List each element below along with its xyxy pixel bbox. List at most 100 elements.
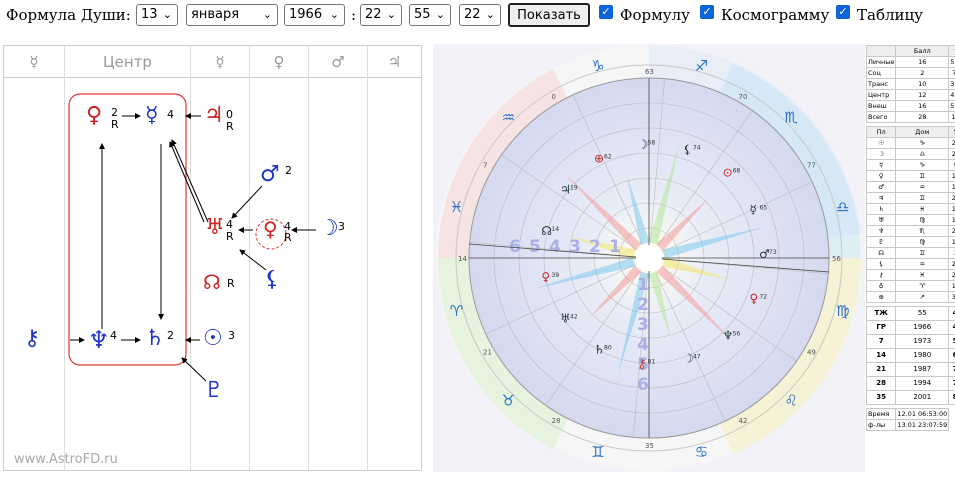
year-select[interactable]: 1966 ⌄ — [284, 4, 345, 26]
table-row: Всего28100 — [865, 111, 955, 123]
table-row: ☽♎23°33 — [865, 148, 955, 160]
table-cell: 12 — [895, 89, 950, 101]
table-cell: 17° — [948, 181, 955, 193]
chevron-down-icon: ⌄ — [162, 8, 172, 21]
table-cell: 1980 — [895, 348, 950, 363]
cosmogram-checkbox[interactable]: ✓ — [700, 5, 714, 19]
table-row: ⚷♓25°01 — [865, 269, 955, 281]
table-row: Время 12.01 06:53:00 — [865, 408, 955, 420]
table-cell: 23° — [948, 148, 955, 160]
table-cell: Внеш — [865, 100, 897, 112]
table-row: ТЖ55422008 — [865, 306, 955, 321]
table-cell: 35 — [865, 390, 897, 405]
chevron-down-icon: ⌄ — [386, 8, 396, 21]
table-cell: ♊ — [895, 192, 950, 204]
mercury-node-icon: ☿ — [145, 103, 159, 128]
minute-select[interactable]: 55 ⌄ — [409, 4, 451, 26]
table-cell: ф-лы — [865, 419, 897, 431]
table-cell: 14° — [948, 203, 955, 215]
table-checkbox[interactable]: ✓ — [836, 5, 850, 19]
table-cell: 10 — [895, 78, 950, 90]
table-cell: 70 — [948, 362, 955, 377]
table-cell: Балл — [895, 45, 950, 57]
formula-checkbox[interactable]: ✓ — [599, 5, 613, 19]
table-cell: 63 — [948, 348, 955, 363]
month-select[interactable]: января ⌄ — [186, 4, 278, 26]
house-number: 4 — [549, 237, 561, 257]
table-cell: ♈ — [895, 280, 950, 292]
table-cell: 28 — [865, 376, 897, 391]
zodiac-sign-icon: ♓ — [450, 198, 463, 216]
second-select[interactable]: 22 ⌄ — [459, 4, 501, 26]
table-cell: ♂ — [865, 181, 897, 193]
uranus-node-icon: ♅ — [205, 215, 225, 240]
planet-degree: 42 — [570, 314, 578, 321]
house-number: 1 — [609, 237, 621, 257]
table-cell: % — [948, 45, 955, 57]
table-cell: 100 — [948, 111, 955, 123]
zodiac-sign-icon: ♎ — [836, 198, 849, 216]
zodiac-sign-icon: ♉ — [502, 391, 515, 409]
table-cell: 12.01 06:53:00 — [895, 408, 950, 420]
table-cell: 7 — [865, 334, 897, 349]
chevron-down-icon: ⌄ — [485, 8, 495, 21]
table-cell: Дом — [895, 126, 950, 138]
table-row: 141980632029 — [865, 348, 955, 363]
planet-degree: 19 — [570, 184, 578, 191]
table-cell: 21 — [865, 362, 897, 377]
table-cell: ☿ — [865, 159, 897, 171]
table-checkbox-label[interactable]: Таблицу — [857, 6, 923, 24]
table-cell: ♆ — [865, 225, 897, 237]
table-cell: ♍ — [895, 214, 950, 226]
saturn-node-icon: ♄ — [145, 326, 165, 351]
table-cell: 1987 — [895, 362, 950, 377]
planet-degree: 47 — [693, 354, 701, 361]
table-row: Транс1035,7 — [865, 78, 955, 90]
table-row: Соц27,1 — [865, 67, 955, 79]
degree-label: 70 — [739, 93, 748, 101]
table-cell: 9° — [948, 159, 955, 171]
degree-label: 14 — [458, 255, 467, 263]
table-cell: ⚸ — [865, 258, 897, 270]
pluto-icon: ♇ — [204, 378, 224, 403]
hour-select[interactable]: 22 ⌄ — [360, 4, 402, 26]
house-number: 3 — [569, 237, 581, 257]
table-cell: Личные — [865, 56, 897, 68]
table-row: ⚸♒21°02 — [865, 258, 955, 270]
degree-label: 77 — [807, 162, 816, 170]
table-row: ♃♊23°0R1 — [865, 192, 955, 204]
table-row: ♄♓14°20 — [865, 203, 955, 215]
zodiac-sign-icon: ♊ — [591, 443, 604, 461]
planet-icon: ⊙ — [723, 165, 733, 179]
day-select[interactable]: 13 ⌄ — [136, 4, 178, 26]
table-cell: ☉ — [865, 137, 897, 149]
cosmogram-checkbox-label[interactable]: Космограмму — [721, 6, 829, 24]
table-cell: 19° — [948, 214, 955, 226]
degree-label: 21 — [483, 349, 492, 357]
table-cell: ☊ — [865, 247, 897, 259]
planet-icon: ⚷ — [638, 356, 647, 370]
zodiac-sign-icon: ♈ — [450, 302, 463, 320]
table-cell — [865, 45, 897, 57]
table-cell: 18° — [948, 236, 955, 248]
center-dot — [636, 245, 662, 271]
table-row: ☊♊3°0R1 — [865, 247, 955, 259]
chevron-down-icon: ⌄ — [329, 8, 339, 21]
show-button[interactable]: Показать — [508, 3, 590, 27]
table-cell: 1994 — [895, 376, 950, 391]
table-cell: 21° — [948, 258, 955, 270]
stats-table: Балл%Личные1657,1Соц27,1Транс1035,7Центр… — [865, 45, 955, 431]
table-cell: ♁ — [865, 280, 897, 292]
formula-checkbox-label[interactable]: Формулу — [620, 6, 690, 24]
table-cell: 49 — [948, 320, 955, 335]
table-cell: 35,7 — [948, 78, 955, 90]
planet-degree: 68 — [733, 167, 741, 174]
table-cell: Уг — [948, 126, 955, 138]
degree-label: 49 — [807, 349, 816, 357]
house-number: 5 — [529, 237, 541, 257]
planet-icon: ☿ — [749, 202, 756, 216]
degree-label: 35 — [645, 442, 654, 450]
table-row: ПлДомУгСОр — [865, 126, 955, 138]
table-cell: ♏ — [895, 225, 950, 237]
table-cell: ♓ — [895, 203, 950, 215]
